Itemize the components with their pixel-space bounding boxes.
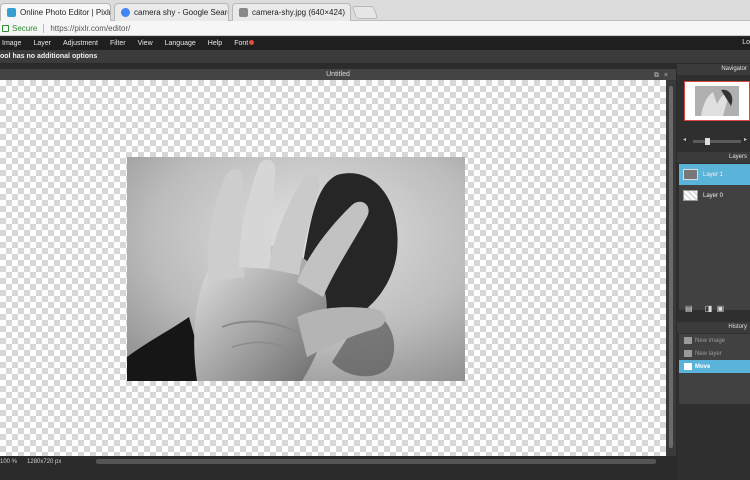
zoom-track[interactable] — [693, 140, 741, 143]
layer-row-1[interactable]: Layer 1 — [679, 164, 750, 185]
secure-label: Secure — [12, 23, 38, 33]
history-label: Move — [695, 363, 711, 370]
layer-tools: ▤ ◨ ▣ — [685, 304, 745, 314]
history-step-icon — [684, 337, 692, 344]
history-item-move[interactable]: Move — [679, 360, 750, 373]
app-menubar: Image Layer Adjustment Filter View Langu… — [0, 37, 750, 50]
navigator-preview[interactable] — [684, 81, 750, 121]
vertical-scrollbar[interactable] — [666, 80, 676, 456]
menu-login-cut[interactable]: Lo — [742, 39, 750, 46]
pixlr-favicon-icon — [7, 8, 16, 17]
navigator-title: Navigator — [677, 64, 750, 75]
menu-font-label: Font — [234, 40, 249, 47]
history-label: New image — [695, 337, 726, 344]
layer-thumbnail-icon — [683, 169, 698, 180]
menu-filter[interactable]: Filter — [110, 40, 126, 47]
menu-language[interactable]: Language — [165, 40, 196, 47]
history-list: New image New layer Move — [679, 334, 750, 404]
layer-thumbnail-icon — [683, 190, 698, 201]
navigator-thumbnail — [695, 86, 739, 116]
document-title: Untitled — [326, 71, 350, 78]
menu-font[interactable]: Font — [234, 40, 255, 47]
layers-title: Layers — [677, 152, 750, 163]
google-favicon-icon — [121, 8, 130, 17]
layer-mask-icon[interactable]: ◨ — [705, 304, 713, 313]
canvas-size: 1280x720 px — [27, 458, 62, 465]
move-tool-icon — [684, 363, 692, 370]
close-window-icon[interactable]: × — [664, 72, 668, 79]
url-separator — [43, 23, 45, 33]
menu-layer[interactable]: Layer — [33, 40, 51, 47]
history-label: New layer — [695, 350, 722, 357]
new-layer-icon[interactable]: ▣ — [717, 304, 725, 313]
notification-badge-icon — [249, 40, 255, 45]
menu-view[interactable]: View — [138, 40, 153, 47]
document-titlebar[interactable]: Untitled ⧉ × — [0, 69, 676, 80]
zoom-in-icon[interactable]: ▸ — [744, 136, 747, 143]
tab-title: camera shy - Google Search — [134, 8, 229, 17]
history-item-new-image[interactable]: New image — [679, 334, 750, 347]
layer-row-0[interactable]: Layer 0 — [679, 185, 750, 206]
lock-icon — [2, 24, 9, 32]
tab-pixlr-editor[interactable]: Online Photo Editor | Pixlr Edit × — [0, 3, 111, 21]
menu-image[interactable]: Image — [2, 40, 21, 47]
layers-list: Layer 1 Layer 0 — [679, 164, 750, 310]
new-tab-button[interactable] — [351, 6, 379, 19]
tab-google-search[interactable]: camera shy - Google Search × — [114, 3, 229, 21]
menu-adjustment[interactable]: Adjustment — [63, 40, 98, 47]
tab-title: camera-shy.jpg (640×424) — [252, 8, 346, 17]
delete-layer-icon[interactable]: ▤ — [685, 304, 693, 313]
history-step-icon — [684, 350, 692, 357]
tab-camera-shy-image[interactable]: camera-shy.jpg (640×424) × — [232, 3, 351, 21]
browser-tabbar: Online Photo Editor | Pixlr Edit × camer… — [0, 0, 750, 21]
image-favicon-icon — [239, 8, 248, 17]
status-bar: 100 % 1280x720 px — [0, 456, 676, 467]
navigator-zoom-slider[interactable]: ◂ ▸ — [683, 136, 747, 145]
restore-window-icon[interactable]: ⧉ — [654, 72, 659, 79]
horizontal-scrollbar[interactable] — [96, 459, 656, 464]
pixlr-editor-screen: Online Photo Editor | Pixlr Edit × camer… — [0, 0, 750, 480]
layer-label: Layer 0 — [703, 192, 724, 199]
vertical-scroll-thumb[interactable] — [669, 86, 673, 448]
address-bar[interactable]: Secure https://pixlr.com/editor/ — [0, 21, 750, 36]
hand-photo-art — [127, 157, 465, 381]
tool-options-text: ool has no additional options — [0, 53, 98, 60]
zoom-knob[interactable] — [705, 138, 710, 145]
tab-title: Online Photo Editor | Pixlr Edit — [20, 8, 111, 17]
right-panels: Navigator ◂ ▸ Layers Layer 1 Layer 0 ▤ ◨… — [677, 64, 750, 480]
hand-photo[interactable] — [127, 157, 465, 381]
close-tab-icon[interactable]: × — [345, 8, 350, 17]
menu-help[interactable]: Help — [208, 40, 222, 47]
url-text[interactable]: https://pixlr.com/editor/ — [50, 24, 130, 33]
history-title: History — [677, 322, 750, 333]
layer-label: Layer 1 — [703, 171, 724, 178]
tool-options-bar: ool has no additional options — [0, 50, 750, 64]
zoom-level[interactable]: 100 % — [0, 459, 17, 465]
history-item-new-layer[interactable]: New layer — [679, 347, 750, 360]
zoom-out-icon[interactable]: ◂ — [683, 136, 686, 143]
